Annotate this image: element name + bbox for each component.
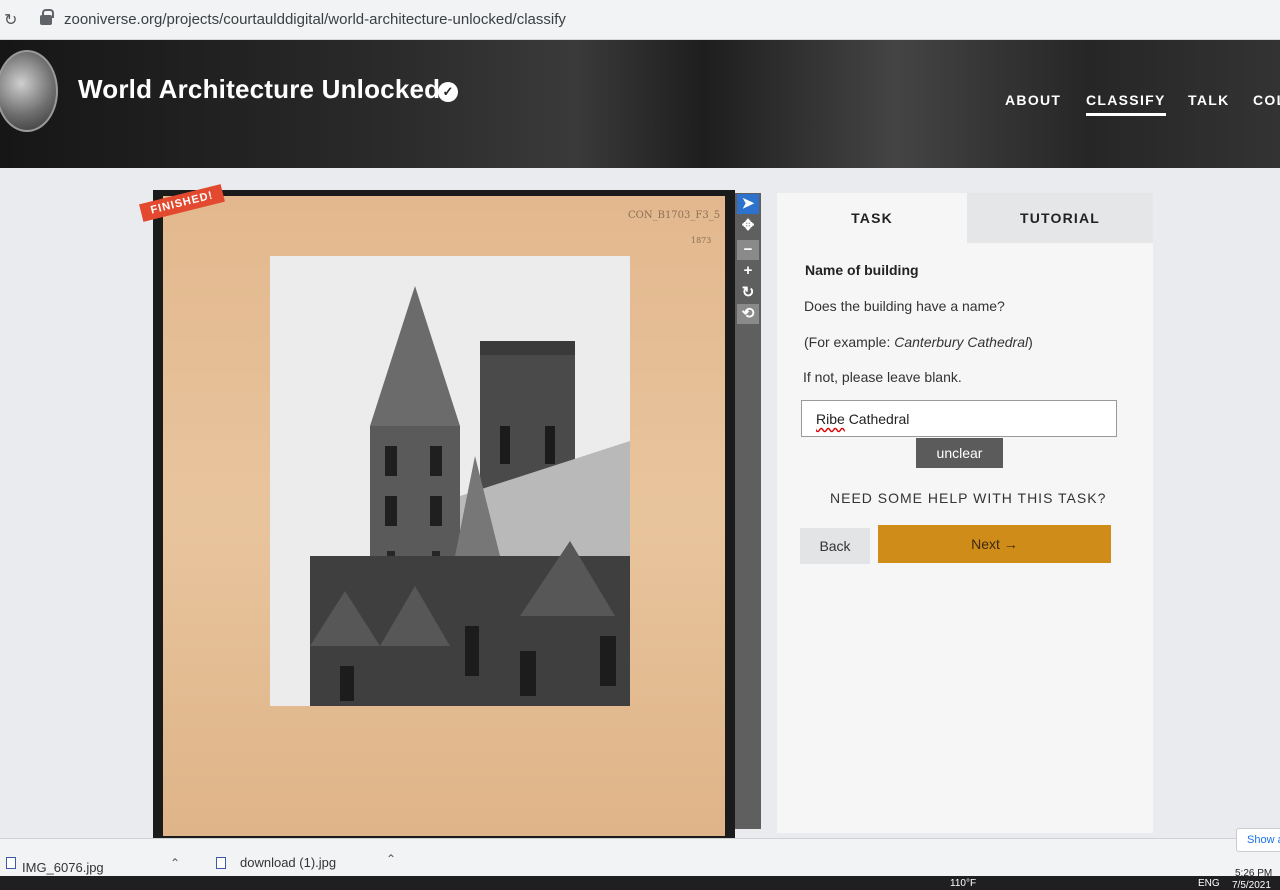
- subject-ref-number: 1873: [691, 236, 712, 245]
- file-icon: [216, 857, 226, 869]
- zoom-out-icon[interactable]: −: [737, 240, 759, 260]
- question-example: (For example: Canterbury Cathedral): [804, 334, 1033, 350]
- task-panel: [777, 193, 1153, 833]
- file-icon: [6, 857, 16, 869]
- verified-check-icon: ✓: [438, 82, 458, 102]
- back-button[interactable]: Back: [800, 528, 870, 564]
- download-item-jpg[interactable]: download (1).jpg: [240, 855, 336, 870]
- download-bar: [0, 838, 1280, 876]
- move-tool-icon[interactable]: ✥: [737, 216, 759, 236]
- chevron-up-icon[interactable]: ⌃: [386, 852, 396, 866]
- subject-photo[interactable]: [270, 256, 630, 706]
- question-text: Does the building have a name?: [804, 298, 1005, 314]
- pointer-tool-icon[interactable]: ➤: [737, 194, 759, 214]
- unclear-button[interactable]: unclear: [916, 438, 1003, 468]
- show-all-downloads-button[interactable]: Show a: [1236, 828, 1280, 852]
- url-text[interactable]: zooniverse.org/projects/courtaulddigital…: [64, 11, 566, 28]
- project-avatar[interactable]: [0, 50, 58, 132]
- language-indicator[interactable]: ENG: [1198, 878, 1220, 889]
- download-item-img[interactable]: IMG_6076.jpg: [22, 860, 104, 875]
- question-title: Name of building: [805, 262, 919, 278]
- nav-talk[interactable]: TALK: [1188, 92, 1230, 108]
- tab-tutorial[interactable]: TUTORIAL: [967, 193, 1153, 243]
- rotate-icon[interactable]: ↻: [737, 283, 759, 303]
- help-link[interactable]: NEED SOME HELP WITH THIS TASK?: [830, 490, 1106, 506]
- chevron-up-icon[interactable]: ⌃: [170, 856, 180, 870]
- nav-about[interactable]: ABOUT: [1005, 92, 1061, 108]
- reset-view-icon[interactable]: ⟲: [737, 304, 759, 324]
- reload-icon[interactable]: ↻: [4, 10, 22, 30]
- os-taskbar: [0, 876, 1280, 890]
- building-name-input[interactable]: Ribe Cathedral: [801, 400, 1117, 437]
- cathedral-photo-image: [270, 256, 630, 706]
- weather-temp[interactable]: 110°F: [950, 878, 976, 889]
- clock-time[interactable]: 5:26 PM: [1235, 868, 1272, 879]
- tab-task[interactable]: TASK: [777, 193, 967, 243]
- project-header: World Architecture Unlocked ✓ ABOUT CLAS…: [0, 40, 1280, 168]
- nav-collect[interactable]: COL: [1253, 92, 1280, 108]
- next-button[interactable]: Next →: [878, 525, 1111, 563]
- subject-ref-code: CON_B1703_F3_5: [628, 210, 721, 221]
- clock-date[interactable]: 7/5/2021: [1232, 880, 1271, 890]
- nav-classify[interactable]: CLASSIFY: [1086, 92, 1166, 116]
- question-instruction: If not, please leave blank.: [803, 369, 962, 385]
- browser-address-bar[interactable]: ↻ zooniverse.org/projects/courtaulddigit…: [0, 0, 1280, 40]
- project-title[interactable]: World Architecture Unlocked: [78, 74, 440, 105]
- zoom-in-icon[interactable]: +: [737, 261, 759, 281]
- lock-icon: [40, 8, 54, 25]
